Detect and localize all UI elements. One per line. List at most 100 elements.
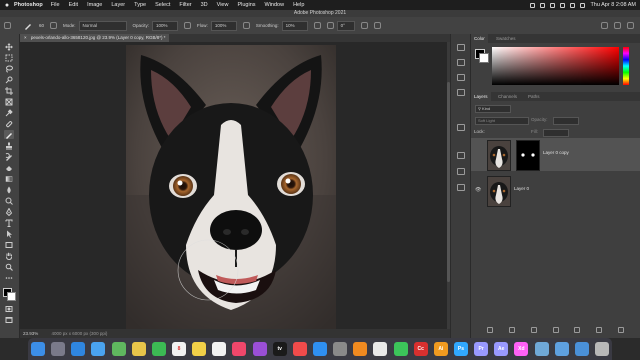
- adjustments-panel-icon[interactable]: [457, 59, 465, 66]
- dock-news-icon[interactable]: [292, 342, 307, 356]
- opacity-field[interactable]: 100%: [152, 20, 179, 31]
- layer-name[interactable]: Layer 0: [514, 186, 529, 191]
- spotlight-icon[interactable]: [570, 2, 576, 8]
- fill-field[interactable]: [543, 129, 569, 137]
- rectangle-tool-icon[interactable]: [4, 240, 14, 249]
- close-icon[interactable]: ×: [24, 35, 27, 40]
- airbrush-icon[interactable]: [242, 22, 250, 29]
- healing-brush-tool-icon[interactable]: [4, 119, 14, 128]
- menu-image[interactable]: Image: [87, 2, 102, 8]
- paragraph-panel-icon[interactable]: [457, 168, 465, 175]
- pressure-size-icon[interactable]: [360, 22, 368, 29]
- angle-field[interactable]: 0°: [336, 20, 355, 31]
- zoom-tool-icon[interactable]: [4, 262, 14, 271]
- zoom-level[interactable]: 23.93%: [23, 331, 38, 336]
- new-group-icon[interactable]: [574, 327, 581, 333]
- dock-downloads-icon[interactable]: [574, 342, 589, 356]
- home-icon[interactable]: [4, 22, 11, 29]
- dock-illustrator-icon[interactable]: Ai: [433, 342, 448, 356]
- tab-color[interactable]: Color: [471, 34, 488, 43]
- clone-stamp-tool-icon[interactable]: [4, 141, 14, 150]
- brush-panel-icon[interactable]: [457, 74, 465, 81]
- trash-icon[interactable]: [618, 327, 625, 333]
- screen-mode-icon[interactable]: [4, 315, 14, 324]
- adjustment-layer-icon[interactable]: [552, 327, 559, 333]
- brush-settings-icon[interactable]: [50, 22, 58, 29]
- dock-folder-icon[interactable]: [554, 342, 569, 356]
- layer-row[interactable]: 👁 Layer 0: [471, 174, 640, 207]
- dock-photos-icon[interactable]: [131, 342, 146, 356]
- marquee-tool-icon[interactable]: [4, 53, 14, 62]
- dock-adobe-cc-icon[interactable]: Cc: [413, 342, 428, 356]
- type-tool-icon[interactable]: [4, 218, 14, 227]
- dock-adobe-xd-icon[interactable]: Xd: [514, 342, 529, 356]
- vertical-scrollbar[interactable]: [447, 42, 450, 329]
- dock-after-effects-icon[interactable]: Ae: [494, 342, 509, 356]
- menu-view[interactable]: View: [217, 2, 229, 8]
- brush-tool-icon[interactable]: [4, 130, 14, 139]
- smoothing-settings-icon[interactable]: [313, 22, 321, 29]
- scrollbar-thumb[interactable]: [447, 82, 450, 282]
- pressure-opacity-icon[interactable]: [184, 22, 192, 29]
- move-tool-icon[interactable]: [4, 42, 14, 51]
- tab-swatches[interactable]: Swatches: [493, 34, 519, 43]
- background-color-swatch[interactable]: [479, 53, 489, 63]
- flow-field[interactable]: 100%: [210, 20, 237, 31]
- crop-tool-icon[interactable]: [4, 86, 14, 95]
- dock-vlc-icon[interactable]: [353, 342, 368, 356]
- menu-file[interactable]: File: [51, 2, 60, 8]
- menu-edit[interactable]: Edit: [69, 2, 78, 8]
- dock-podcasts-icon[interactable]: [252, 342, 267, 356]
- angle-icon[interactable]: [326, 22, 334, 29]
- dock-preview-icon[interactable]: [534, 342, 549, 356]
- hue-slider[interactable]: [623, 47, 629, 85]
- dock-calendar-icon[interactable]: 8: [171, 342, 186, 356]
- lasso-tool-icon[interactable]: [4, 64, 14, 73]
- menu-app-name[interactable]: Photoshop: [14, 2, 43, 8]
- dock-app-store-icon[interactable]: [312, 342, 327, 356]
- dock-system-preferences-icon[interactable]: [333, 342, 348, 356]
- color-picker-field[interactable]: [492, 47, 619, 85]
- layer-filter-select[interactable]: ⚲ Kind: [475, 105, 511, 113]
- properties-panel-icon[interactable]: [457, 89, 465, 96]
- document-dimensions[interactable]: 4000 px x 6000 px (300 ppi): [52, 331, 108, 336]
- layer-mask-thumbnail[interactable]: [516, 140, 540, 171]
- status-icon[interactable]: [540, 2, 546, 8]
- dock-facetime-icon[interactable]: [151, 342, 166, 356]
- history-panel-icon[interactable]: [457, 44, 465, 51]
- control-center-icon[interactable]: [580, 2, 586, 8]
- wifi-icon[interactable]: [560, 2, 566, 8]
- dock-trash-icon[interactable]: [594, 342, 609, 356]
- glyphs-panel-icon[interactable]: [457, 184, 465, 191]
- history-brush-tool-icon[interactable]: [4, 152, 14, 161]
- more-tools-icon[interactable]: [4, 273, 14, 282]
- dock-safari-icon[interactable]: [71, 342, 86, 356]
- libraries-panel-icon[interactable]: [457, 124, 465, 131]
- eye-icon[interactable]: 👁: [475, 187, 481, 193]
- menu-plugins[interactable]: Plugins: [237, 2, 255, 8]
- dock-reminders-icon[interactable]: [212, 342, 227, 356]
- menu-window[interactable]: Window: [265, 2, 285, 8]
- mode-select[interactable]: Normal: [78, 20, 127, 31]
- symmetry-icon[interactable]: [373, 22, 381, 29]
- search-icon[interactable]: [601, 22, 608, 29]
- background-color-swatch[interactable]: [7, 292, 16, 301]
- dog-photo[interactable]: [126, 45, 336, 329]
- menu-filter[interactable]: Filter: [179, 2, 191, 8]
- dock-messages-icon[interactable]: [393, 342, 408, 356]
- brush-tool-preset-icon[interactable]: [21, 19, 35, 33]
- menu-help[interactable]: Help: [293, 2, 304, 8]
- dock-premiere-icon[interactable]: Pr: [474, 342, 489, 356]
- workspace-icon[interactable]: [614, 22, 621, 29]
- path-selection-tool-icon[interactable]: [4, 229, 14, 238]
- eyedropper-tool-icon[interactable]: [4, 108, 14, 117]
- gradient-tool-icon[interactable]: [4, 174, 14, 183]
- layer-name[interactable]: Layer 0 copy: [543, 150, 569, 155]
- menu-3d[interactable]: 3D: [201, 2, 208, 8]
- menu-select[interactable]: Select: [155, 2, 170, 8]
- menu-clock[interactable]: Thu Apr 8 2:08 AM: [590, 2, 636, 8]
- brush-size-value[interactable]: 60: [39, 23, 44, 28]
- menu-layer[interactable]: Layer: [111, 2, 125, 8]
- battery-icon[interactable]: [550, 2, 556, 8]
- hand-tool-icon[interactable]: [4, 251, 14, 260]
